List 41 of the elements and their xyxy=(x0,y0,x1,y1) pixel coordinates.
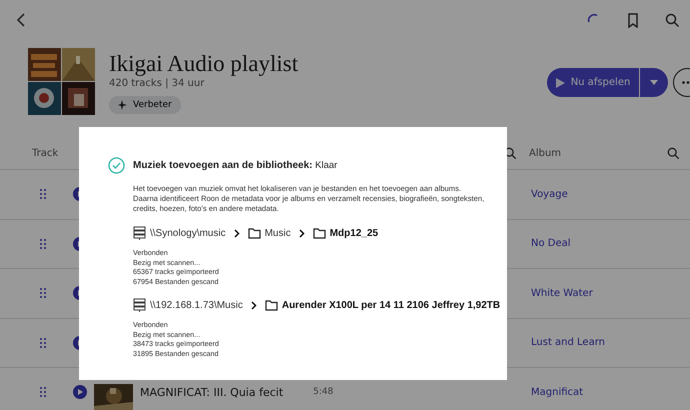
drag-handle-icon[interactable] xyxy=(40,189,46,200)
chevron-right-icon xyxy=(298,228,305,238)
album-link[interactable]: No Deal xyxy=(531,238,571,250)
play-options-dropdown[interactable] xyxy=(640,68,668,97)
path-segment[interactable]: \\192.168.1.73\Music xyxy=(150,300,243,310)
bookmark-icon[interactable] xyxy=(627,12,639,28)
column-header[interactable]: Track xyxy=(32,148,58,159)
track-duration: 5:48 xyxy=(313,387,334,398)
folder-icon xyxy=(264,300,278,310)
path-segment[interactable]: Aurender X100L per 14 11 2106 Jeffrey 1,92TB xyxy=(282,300,500,310)
album-link[interactable]: Magnificat xyxy=(531,386,584,398)
folder-icon xyxy=(312,228,326,238)
back-icon[interactable] xyxy=(16,13,26,27)
track-title[interactable]: MAGNIFICAT: III. Quia fecit xyxy=(140,386,284,399)
album-link[interactable]: Lust and Learn xyxy=(531,337,605,348)
server-icon xyxy=(133,226,146,240)
dialog-heading: Muziek toevoegen aan de bibliotheek: Klaar xyxy=(133,160,338,171)
path-segment[interactable]: Mdp12_25 xyxy=(330,228,378,238)
chevron-right-icon xyxy=(234,228,240,238)
path-segment[interactable]: Music xyxy=(264,228,291,238)
caret-icon xyxy=(650,80,658,85)
drag-handle-icon[interactable] xyxy=(40,238,46,249)
search-icon[interactable] xyxy=(667,147,680,160)
playlist-meta: 420 tracks | 34 uur xyxy=(109,78,204,89)
drag-handle-icon[interactable] xyxy=(40,288,46,298)
album-link[interactable]: White Water xyxy=(531,288,593,299)
play-icon[interactable] xyxy=(73,385,87,400)
column-header[interactable]: Album xyxy=(529,148,655,159)
folder-icon xyxy=(248,228,261,238)
drag-handle-icon[interactable] xyxy=(40,338,46,348)
server-icon xyxy=(133,298,146,312)
sparkle-icon xyxy=(118,100,128,110)
drag-handle-icon[interactable] xyxy=(40,387,46,398)
chevron-right-icon xyxy=(250,300,257,310)
play-now-button[interactable]: Nu afspelen xyxy=(547,68,639,97)
play-icon xyxy=(556,78,565,88)
playlist-title: Ikigai Audio playlist xyxy=(109,50,298,78)
enhance-button[interactable]: Verbeter xyxy=(109,96,181,114)
search-icon[interactable] xyxy=(665,12,680,28)
path-segment[interactable]: \\Synology\music xyxy=(150,228,226,238)
album-link[interactable]: Voyage xyxy=(531,188,568,200)
